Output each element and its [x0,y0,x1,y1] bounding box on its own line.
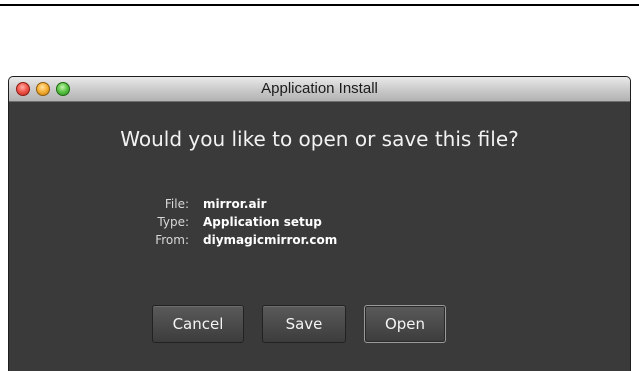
dialog-question: Would you like to open or save this file… [120,127,519,151]
open-button[interactable]: Open [364,305,446,343]
from-detail-row: From: diymagicmirror.com [143,231,337,249]
type-detail-row: Type: Application setup [143,213,337,231]
file-label: File: [164,197,189,211]
save-button[interactable]: Save [262,305,346,343]
type-value: Application setup [203,215,322,229]
title-bar[interactable]: Application Install [9,77,630,102]
application-install-window: Application Install Would you like to op… [8,76,631,371]
from-value: diymagicmirror.com [203,233,338,247]
file-details: File: mirror.air Type: Application setup… [143,195,337,249]
top-divider-line [0,4,639,6]
from-label: From: [155,233,189,247]
cancel-button[interactable]: Cancel [152,305,244,343]
type-label: Type: [157,215,189,229]
window-title: Application Install [261,80,378,97]
file-value: mirror.air [203,197,267,211]
file-detail-row: File: mirror.air [143,195,337,213]
